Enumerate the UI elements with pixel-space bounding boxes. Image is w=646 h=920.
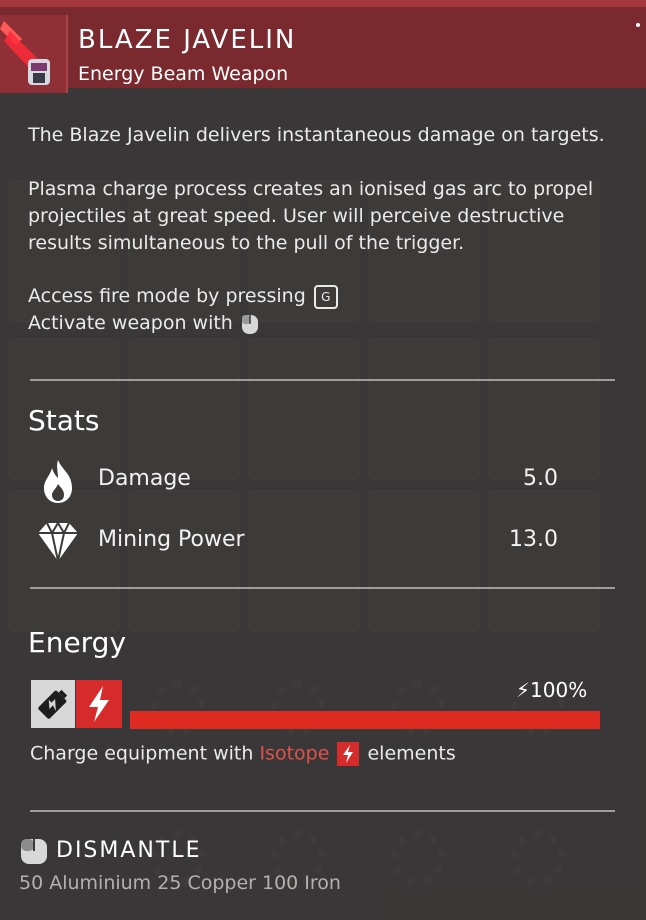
description-line1: The Blaze Javelin delivers instantaneous… xyxy=(28,124,605,146)
corner-indicator xyxy=(636,23,640,27)
diamond-icon xyxy=(36,519,80,565)
item-header: BLAZE JAVELIN Energy Beam Weapon xyxy=(0,0,646,93)
stats-title: Stats xyxy=(28,404,100,437)
mouse-left-click-icon xyxy=(241,313,259,335)
flame-icon xyxy=(36,458,80,504)
energy-percent: ⚡100% xyxy=(516,678,587,702)
description-line2: Plasma charge process creates an ionised… xyxy=(28,178,594,254)
small-bolt-icon: ⚡ xyxy=(516,678,531,702)
charge-prefix: Charge equipment with xyxy=(30,742,254,765)
divider xyxy=(30,379,615,381)
fire-mode-text: Access fire mode by pressing xyxy=(28,285,306,307)
stat-value: 13.0 xyxy=(509,527,558,552)
divider xyxy=(30,810,615,812)
stat-row-damage: Damage 5.0 xyxy=(36,458,558,504)
item-name: BLAZE JAVELIN xyxy=(78,25,297,55)
energy-bar-fill xyxy=(130,711,600,729)
energy-title: Energy xyxy=(28,626,127,659)
activate-hint: Activate weapon with xyxy=(28,310,628,337)
charge-bolt-icon xyxy=(76,680,122,728)
isotope-icon xyxy=(337,742,360,766)
item-type: Energy Beam Weapon xyxy=(78,63,289,85)
stat-value: 5.0 xyxy=(523,466,558,491)
stat-label: Damage xyxy=(98,466,191,491)
stat-label: Mining Power xyxy=(98,527,245,552)
charge-suffix: elements xyxy=(367,742,456,765)
energy-bar xyxy=(130,711,600,729)
dismantle-cost: 50 Aluminium 25 Copper 100 Iron xyxy=(19,872,341,894)
divider xyxy=(30,587,615,589)
activate-text: Activate weapon with xyxy=(28,312,233,334)
battery-icon xyxy=(31,680,75,728)
weapon-icon xyxy=(0,15,68,93)
isotope-label: Isotope xyxy=(259,742,330,765)
dismantle-action[interactable]: DISMANTLE xyxy=(56,838,201,863)
fire-mode-hint: Access fire mode by pressing G xyxy=(28,283,628,310)
keycap-g: G xyxy=(313,284,338,309)
stat-row-mining-power: Mining Power 13.0 xyxy=(36,519,558,565)
charge-hint: Charge equipment with Isotope elements xyxy=(30,742,456,766)
dismantle-icon xyxy=(19,836,49,866)
energy-percent-label: 100% xyxy=(530,678,588,702)
